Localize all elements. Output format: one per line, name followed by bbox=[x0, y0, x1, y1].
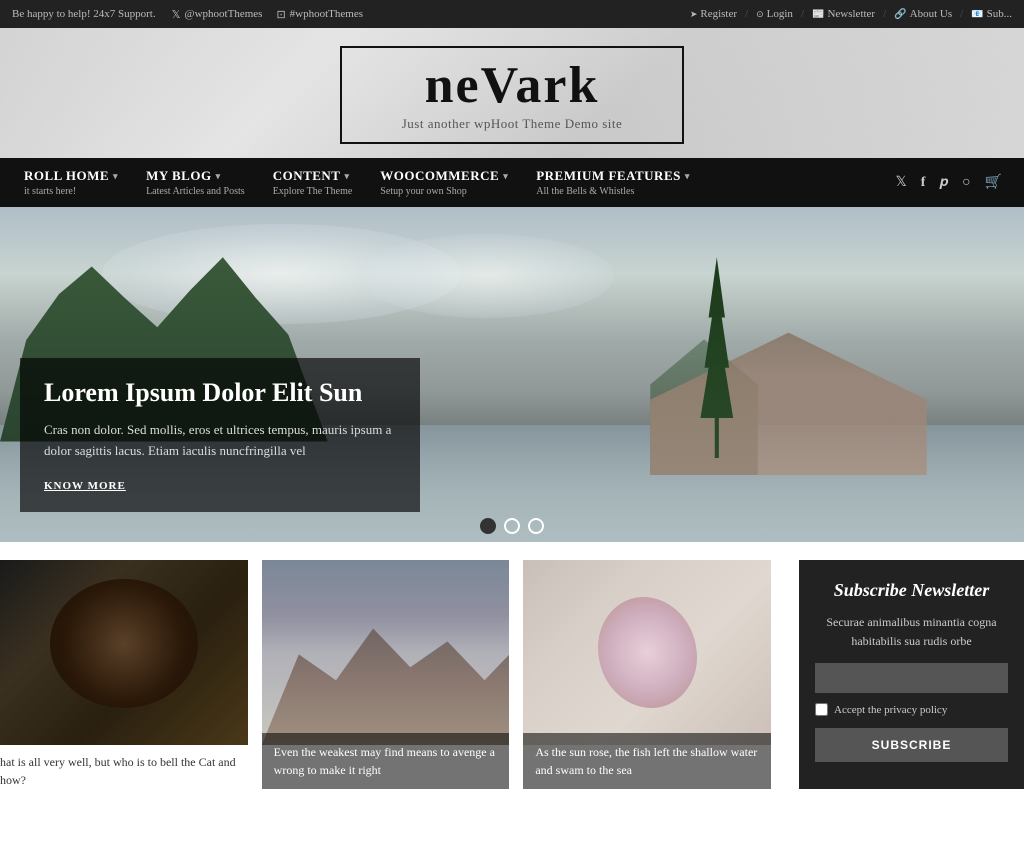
hero-overlay: Lorem Ipsum Dolor Elit Sun Cras non dolo… bbox=[20, 358, 420, 512]
twitter-label: @wphootThemes bbox=[184, 8, 262, 20]
nav-arrow-2: ▾ bbox=[344, 171, 349, 182]
login-link[interactable]: Login bbox=[756, 8, 793, 20]
send-icon bbox=[690, 9, 698, 20]
top-bar-right: Register / Login / Newsletter / About Us… bbox=[690, 8, 1012, 20]
separator2: / bbox=[801, 8, 804, 20]
content-area: hat is all very well, but who is to bell… bbox=[0, 542, 1024, 789]
about-link[interactable]: About Us bbox=[894, 8, 952, 20]
nav-arrow-3: ▾ bbox=[503, 171, 508, 182]
article-image-3 bbox=[523, 560, 771, 745]
nav-sub-roll-home: it starts here! bbox=[24, 186, 118, 197]
nav-title-content: CONTENT ▾ bbox=[273, 168, 353, 184]
newsletter-description: Securae animalibus minantia cogna habita… bbox=[815, 613, 1008, 651]
nav-title-roll-home: ROLL HOME ▾ bbox=[24, 168, 118, 184]
site-title: neVark bbox=[402, 60, 623, 112]
separator3: / bbox=[883, 8, 886, 20]
article-card-3: As the sun rose, the fish left the shall… bbox=[523, 560, 771, 789]
separator: / bbox=[745, 8, 748, 20]
article-caption-3: As the sun rose, the fish left the shall… bbox=[523, 733, 771, 789]
twitter-icon bbox=[172, 8, 181, 21]
nav-item-content[interactable]: CONTENT ▾ Explore The Theme bbox=[259, 158, 367, 207]
nav-cart-icon[interactable]: 🛒 bbox=[985, 174, 1002, 191]
hero-cta[interactable]: KNOW MORE bbox=[44, 480, 126, 492]
nav-left: ROLL HOME ▾ it starts here! MY BLOG ▾ La… bbox=[10, 158, 704, 207]
nav-title-my-blog: MY BLOG ▾ bbox=[146, 168, 245, 184]
nav-item-premium[interactable]: PREMIUM FEATURES ▾ All the Bells & Whist… bbox=[522, 158, 704, 207]
articles-row: hat is all very well, but who is to bell… bbox=[0, 560, 785, 789]
privacy-label[interactable]: Accept the privacy policy bbox=[834, 704, 947, 716]
hero-title: Lorem Ipsum Dolor Elit Sun bbox=[44, 378, 396, 408]
top-bar: Be happy to help! 24x7 Support. @wphootT… bbox=[0, 0, 1024, 28]
nav-social-icons: 𝕏 f 𝒑 ○ 🛒 bbox=[883, 158, 1014, 207]
hero-slider: Lorem Ipsum Dolor Elit Sun Cras non dolo… bbox=[0, 207, 1024, 542]
support-text: Be happy to help! 24x7 Support. bbox=[12, 8, 156, 20]
newsletter-title: Subscribe Newsletter bbox=[815, 580, 1008, 601]
login-icon bbox=[756, 9, 764, 20]
instagram-link[interactable]: #wphootThemes bbox=[276, 8, 363, 21]
site-tagline: Just another wpHoot Theme Demo site bbox=[402, 116, 623, 132]
nav-sub-woocommerce: Setup your own Shop bbox=[380, 186, 508, 197]
article-caption-1: hat is all very well, but who is to bell… bbox=[0, 745, 248, 789]
instagram-label: #wphootThemes bbox=[290, 8, 363, 20]
social-links: @wphootThemes #wphootThemes bbox=[172, 8, 363, 21]
nav-pinterest-icon[interactable]: 𝒑 bbox=[939, 175, 948, 191]
separator4: / bbox=[960, 8, 963, 20]
nav-twitter-icon[interactable]: 𝕏 bbox=[895, 174, 906, 191]
sub-icon bbox=[971, 8, 983, 20]
top-bar-left: Be happy to help! 24x7 Support. @wphootT… bbox=[12, 8, 363, 21]
nav-item-roll-home[interactable]: ROLL HOME ▾ it starts here! bbox=[10, 158, 132, 207]
nav-title-premium: PREMIUM FEATURES ▾ bbox=[536, 168, 690, 184]
nav-sub-premium: All the Bells & Whistles bbox=[536, 186, 690, 197]
article-image-1 bbox=[0, 560, 248, 745]
newsletter-icon bbox=[812, 8, 824, 20]
newsletter-link[interactable]: Newsletter bbox=[812, 8, 875, 20]
article-caption-2: Even the weakest may find means to aveng… bbox=[262, 733, 510, 789]
slider-dot-2[interactable] bbox=[504, 518, 520, 534]
privacy-checkbox[interactable] bbox=[815, 703, 828, 716]
subscribe-link[interactable]: Sub... bbox=[971, 8, 1012, 20]
slider-dot-1[interactable] bbox=[480, 518, 496, 534]
article-image-2 bbox=[262, 560, 510, 745]
newsletter-submit-button[interactable]: SUBSCRIBE bbox=[815, 728, 1008, 762]
newsletter-widget: Subscribe Newsletter Securae animalibus … bbox=[799, 560, 1024, 789]
site-header: neVark Just another wpHoot Theme Demo si… bbox=[0, 28, 1024, 158]
twitter-link[interactable]: @wphootThemes bbox=[172, 8, 263, 21]
newsletter-email-input[interactable] bbox=[815, 663, 1008, 693]
slider-dot-3[interactable] bbox=[528, 518, 544, 534]
main-nav: ROLL HOME ▾ it starts here! MY BLOG ▾ La… bbox=[0, 158, 1024, 207]
logo-box[interactable]: neVark Just another wpHoot Theme Demo si… bbox=[340, 46, 685, 144]
nav-sub-content: Explore The Theme bbox=[273, 186, 353, 197]
article-card-2: Even the weakest may find means to aveng… bbox=[262, 560, 510, 789]
nav-sub-my-blog: Latest Articles and Posts bbox=[146, 186, 245, 197]
article-card-1: hat is all very well, but who is to bell… bbox=[0, 560, 248, 789]
nav-arrow-1: ▾ bbox=[216, 171, 221, 182]
nav-item-woocommerce[interactable]: WOOCOMMERCE ▾ Setup your own Shop bbox=[366, 158, 522, 207]
register-link[interactable]: Register bbox=[690, 8, 737, 20]
nav-trip-icon[interactable]: ○ bbox=[962, 175, 970, 191]
slider-dots bbox=[480, 518, 544, 534]
newsletter-privacy-row: Accept the privacy policy bbox=[815, 703, 1008, 716]
instagram-icon bbox=[276, 8, 285, 21]
nav-title-woocommerce: WOOCOMMERCE ▾ bbox=[380, 168, 508, 184]
about-icon bbox=[894, 8, 906, 20]
nav-arrow-0: ▾ bbox=[113, 171, 118, 182]
hero-description: Cras non dolor. Sed mollis, eros et ultr… bbox=[44, 420, 396, 462]
nav-item-my-blog[interactable]: MY BLOG ▾ Latest Articles and Posts bbox=[132, 158, 259, 207]
nav-facebook-icon[interactable]: f bbox=[921, 175, 926, 191]
nav-arrow-4: ▾ bbox=[685, 171, 690, 182]
